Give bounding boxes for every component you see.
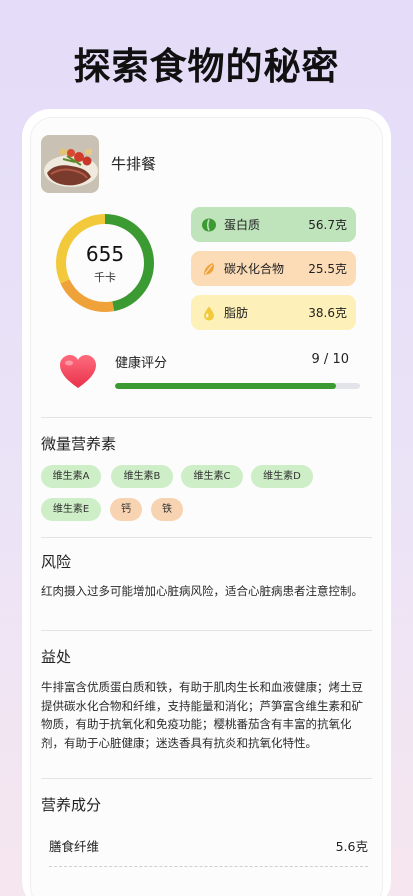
- drop-icon: [204, 306, 214, 320]
- row-divider: [49, 866, 368, 867]
- benefit-text: 牛排富含优质蛋白质和铁，有助于肌肉生长和血液健康；烤土豆提供碳水化合物和纤维，支…: [41, 680, 363, 750]
- divider: [41, 417, 372, 418]
- divider: [41, 537, 372, 538]
- result-frame: 牛排餐 655 千卡 蛋白质 56.7克 碳水化合物 25.5克 脂肪 38.6…: [22, 109, 391, 896]
- calorie-value: 655: [85, 242, 125, 266]
- chip-calcium: 钙: [110, 498, 142, 521]
- page-headline: 探索食物的秘密: [73, 45, 340, 88]
- macro-carb-value: 25.5克: [308, 262, 347, 276]
- chip-vitamin-c: 维生素C: [181, 465, 243, 488]
- heart-icon: [60, 355, 96, 388]
- meal-name: 牛排餐: [111, 155, 157, 173]
- chip-iron: 铁: [151, 498, 183, 521]
- chip-vitamin-b: 维生素B: [111, 465, 173, 488]
- divider: [41, 778, 372, 779]
- macro-carb: 碳水化合物 25.5克: [191, 251, 356, 286]
- calorie-unit: 千卡: [94, 271, 116, 284]
- macro-protein: 蛋白质 56.7克: [191, 207, 356, 242]
- risk-text: 红肉摄入过多可能增加心脏病风险，适合心脏病患者注意控制。: [41, 584, 363, 598]
- nutrition-row-value: 5.6克: [335, 839, 368, 854]
- nutrition-row-label: 膳食纤维: [49, 839, 100, 854]
- chip-vitamin-e: 维生素E: [41, 498, 101, 521]
- micronutrients-title: 微量营养素: [41, 435, 117, 453]
- macro-fat: 脂肪 38.6克: [191, 295, 356, 330]
- health-score-bar: [115, 383, 360, 389]
- risk-title: 风险: [41, 553, 72, 571]
- macro-fat-value: 38.6克: [308, 306, 347, 320]
- health-score-label: 健康评分: [115, 356, 168, 371]
- benefit-title: 益处: [41, 648, 72, 666]
- macro-protein-label: 蛋白质: [224, 218, 261, 232]
- bean-icon: [202, 218, 216, 231]
- meal-card: 牛排餐 655 千卡 蛋白质 56.7克 碳水化合物 25.5克 脂肪 38.6…: [30, 117, 383, 896]
- chip-vitamin-d: 维生素D: [251, 465, 313, 488]
- health-score-bar-fill: [115, 383, 336, 389]
- meal-photo: [41, 135, 99, 193]
- grain-icon: [204, 262, 214, 275]
- macro-fat-label: 脂肪: [224, 306, 249, 320]
- macro-carb-label: 碳水化合物: [224, 262, 285, 276]
- divider: [41, 630, 372, 631]
- macro-protein-value: 56.7克: [308, 218, 347, 232]
- nutrition-title: 营养成分: [41, 796, 102, 814]
- chip-vitamin-a: 维生素A: [41, 465, 101, 488]
- health-score-value: 9 / 10: [311, 352, 349, 367]
